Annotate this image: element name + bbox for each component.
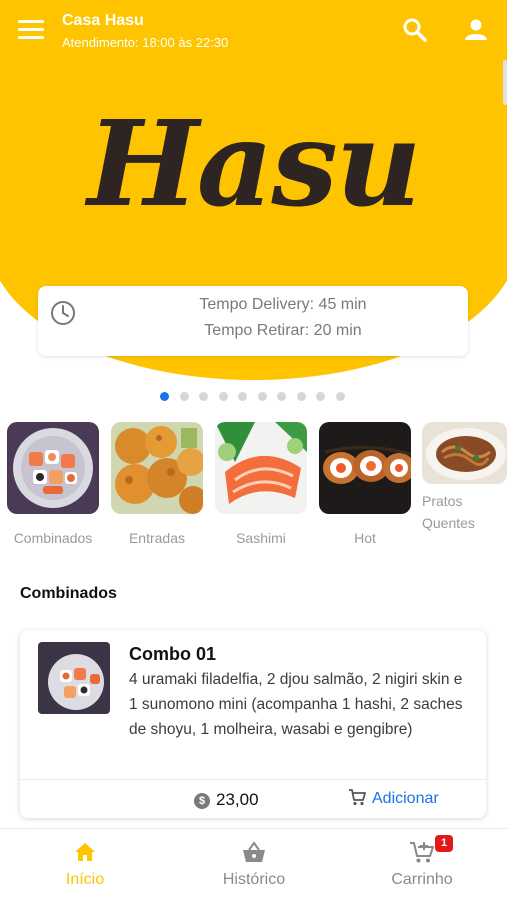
section-title: Combinados — [20, 585, 117, 602]
store-logo: Hasu — [87, 94, 421, 233]
category-sashimi[interactable]: Sashimi — [215, 422, 307, 546]
product-footer: $23,00 Adicionar — [20, 779, 486, 819]
scrollbar[interactable] — [503, 60, 507, 105]
carousel-dot[interactable] — [296, 392, 306, 401]
bottom-navigation: Início Histórico 1 Carrinho — [0, 828, 507, 901]
category-label: Combinados — [13, 530, 93, 546]
product-description: 4 uramaki filadelfia, 2 djou salmão, 2 n… — [129, 671, 463, 738]
pickup-time: Tempo Retirar: 20 min — [204, 322, 362, 339]
search-icon[interactable] — [401, 16, 429, 44]
product-image — [38, 642, 110, 714]
category-image — [7, 422, 99, 514]
category-label: Hot — [354, 530, 376, 546]
category-image — [319, 422, 411, 514]
price-value: 23,00 — [216, 790, 259, 809]
carousel-dot[interactable] — [179, 392, 189, 401]
category-entradas[interactable]: Entradas — [111, 422, 203, 546]
product-name: Combo 01 — [129, 644, 217, 664]
nav-label: Início — [65, 871, 105, 888]
add-to-cart-button[interactable]: Adicionar — [348, 788, 439, 810]
nav-inicio[interactable]: Início — [25, 839, 145, 889]
category-image — [422, 422, 507, 484]
dollar-coin-icon: $ — [194, 793, 210, 809]
category-label: Pratos Quentes — [422, 493, 475, 531]
store-hours: Atendimento: 18:00 às 22:30 — [62, 35, 229, 50]
store-name: Casa Hasu — [62, 12, 144, 29]
nav-carrinho[interactable]: 1 Carrinho — [362, 835, 482, 889]
user-icon[interactable] — [462, 16, 490, 44]
nav-historico[interactable]: Histórico — [194, 839, 314, 889]
home-icon — [72, 839, 98, 865]
clock-icon — [50, 300, 76, 326]
category-label: Sashimi — [236, 530, 286, 546]
carousel-dot[interactable] — [218, 392, 228, 401]
top-app-bar: Casa Hasu Atendimento: 18:00 às 22:30 — [0, 0, 507, 60]
add-to-cart-label: Adicionar — [372, 790, 439, 807]
menu-icon[interactable] — [18, 20, 44, 42]
cart-count-badge: 1 — [435, 835, 453, 852]
cart-icon — [349, 789, 366, 806]
carousel-dot[interactable] — [277, 392, 286, 401]
add-cart-icon: 1 — [409, 835, 453, 865]
basket-icon — [241, 839, 267, 865]
category-image — [215, 422, 307, 514]
category-label: Entradas — [128, 530, 186, 546]
category-list: Combinados Entradas Sashimi Hot Pratos Q… — [0, 422, 507, 547]
carousel-dot[interactable] — [316, 392, 325, 401]
delivery-time: Tempo Delivery: 45 min — [199, 296, 367, 313]
product-card[interactable]: Combo 01 4 uramaki filadelfia, 2 djou sa… — [20, 630, 486, 818]
category-image — [111, 422, 203, 514]
nav-label: Carrinho — [391, 871, 453, 888]
carousel-dot[interactable] — [199, 392, 208, 401]
product-price: $23,00 — [194, 790, 259, 810]
category-pratos-quentes[interactable]: Pratos Quentes — [422, 422, 507, 534]
delivery-info-card: Tempo Delivery: 45 min Tempo Retirar: 20… — [38, 286, 468, 356]
carousel-dot[interactable] — [238, 392, 247, 401]
carousel-dot[interactable] — [257, 392, 267, 401]
nav-label: Histórico — [222, 871, 286, 888]
category-combinados[interactable]: Combinados — [7, 422, 99, 546]
carousel-dot[interactable] — [160, 392, 169, 401]
category-hot[interactable]: Hot — [319, 422, 411, 546]
carousel-dot[interactable] — [335, 392, 345, 401]
